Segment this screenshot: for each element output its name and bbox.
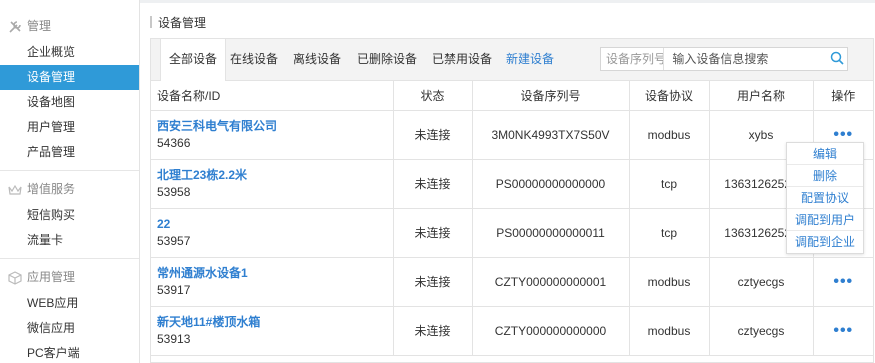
- more-actions-button[interactable]: •••: [833, 322, 853, 339]
- main-content: 设备管理 全部设备 在线设备 离线设备 已删除设备 已禁用设备 新建设备 设备序…: [140, 0, 875, 363]
- column-header-user: 用户名称: [709, 81, 814, 111]
- device-name-cell: 新天地11#楼顶水箱 53913: [151, 306, 394, 356]
- device-name-cell: 西安三科电气有限公司 54366: [151, 110, 394, 160]
- serial-cell: PS00000000000000: [472, 159, 630, 209]
- sidebar-item-web-app[interactable]: WEB应用: [0, 291, 139, 316]
- device-id: 53917: [157, 283, 191, 297]
- device-name-link[interactable]: 西安三科电气有限公司: [157, 118, 393, 135]
- tab-bar: 全部设备 在线设备 离线设备 已删除设备 已禁用设备 新建设备 设备序列号: [151, 39, 873, 82]
- device-id: 53958: [157, 185, 191, 199]
- tab-all-devices[interactable]: 全部设备: [160, 39, 227, 82]
- sidebar-item-pc-client[interactable]: PC客户端: [0, 341, 139, 363]
- device-id: 54366: [157, 136, 191, 150]
- crown-icon: [8, 183, 22, 197]
- device-name-link[interactable]: 新天地11#楼顶水箱: [157, 314, 393, 331]
- sidebar-divider: [0, 170, 139, 171]
- actions-cell: •••: [813, 306, 873, 356]
- menu-item-assign-enterprise[interactable]: 调配到企业: [787, 231, 863, 253]
- device-panel: 全部设备 在线设备 离线设备 已删除设备 已禁用设备 新建设备 设备序列号 输入…: [150, 38, 874, 363]
- protocol-cell: tcp: [629, 208, 710, 258]
- tab-disabled-devices[interactable]: 已禁用设备: [424, 39, 500, 81]
- menu-item-assign-user[interactable]: 调配到用户: [787, 209, 863, 231]
- sidebar-group-value-added: 增值服务: [0, 176, 139, 203]
- device-name-link[interactable]: 常州通源水设备1: [157, 265, 393, 282]
- tab-online-devices[interactable]: 在线设备: [222, 39, 286, 81]
- sidebar-group-manage: 管理: [0, 13, 139, 40]
- protocol-cell: modbus: [629, 306, 710, 356]
- menu-item-delete[interactable]: 删除: [787, 165, 863, 187]
- table-row: 22 53957 未连接 PS00000000000011 tcp 136312…: [151, 208, 873, 258]
- search-button[interactable]: [827, 48, 847, 70]
- column-header-actions: 操作: [813, 81, 873, 111]
- sidebar-group-label: 增值服务: [27, 182, 76, 196]
- search-field-select[interactable]: 设备序列号: [601, 48, 665, 70]
- tab-offline-devices[interactable]: 离线设备: [285, 39, 349, 81]
- menu-item-edit[interactable]: 编辑: [787, 143, 863, 165]
- status-cell: 未连接: [393, 306, 473, 356]
- sidebar-item-sms-purchase[interactable]: 短信购买: [0, 203, 139, 228]
- menu-item-configure-protocol[interactable]: 配置协议: [787, 187, 863, 209]
- sidebar-item-user-management[interactable]: 用户管理: [0, 115, 139, 140]
- actions-cell: •••: [813, 257, 873, 307]
- status-cell: 未连接: [393, 208, 473, 258]
- tab-deleted-devices[interactable]: 已删除设备: [349, 39, 425, 81]
- table-row: 西安三科电气有限公司 54366 未连接 3M0NK4993TX7S50V mo…: [151, 110, 873, 160]
- status-cell: 未连接: [393, 257, 473, 307]
- search-icon: [830, 51, 844, 68]
- breadcrumb-marker: [150, 16, 152, 28]
- page-title: 设备管理: [158, 15, 207, 30]
- action-menu: 编辑 删除 配置协议 调配到用户 调配到企业: [786, 142, 864, 254]
- user-cell: cztyecgs: [709, 306, 814, 356]
- table-row: 常州通源水设备1 53917 未连接 CZTY000000000001 modb…: [151, 257, 873, 307]
- breadcrumb: 设备管理: [150, 14, 206, 30]
- new-device-link[interactable]: 新建设备: [498, 39, 562, 81]
- tools-icon: [8, 20, 22, 34]
- serial-cell: CZTY000000000000: [472, 306, 630, 356]
- search-input[interactable]: [664, 48, 828, 70]
- serial-cell: PS00000000000011: [472, 208, 630, 258]
- sidebar-group-label: 管理: [27, 19, 52, 33]
- sidebar-divider: [0, 258, 139, 259]
- status-cell: 未连接: [393, 159, 473, 209]
- column-header-status: 状态: [393, 81, 473, 111]
- protocol-cell: tcp: [629, 159, 710, 209]
- sidebar-item-device-management[interactable]: 设备管理: [0, 65, 139, 90]
- top-divider: [140, 0, 875, 3]
- table-row: 北理工23栋2.2米 53958 未连接 PS00000000000000 tc…: [151, 159, 873, 209]
- protocol-cell: modbus: [629, 257, 710, 307]
- serial-cell: CZTY000000000001: [472, 257, 630, 307]
- column-header-protocol: 设备协议: [629, 81, 710, 111]
- sidebar-group-apps: 应用管理: [0, 264, 139, 291]
- user-cell: cztyecgs: [709, 257, 814, 307]
- more-actions-button[interactable]: •••: [833, 126, 853, 143]
- sidebar: 管理 企业概览 设备管理 设备地图 用户管理 产品管理 增值服务 短信购买 流量…: [0, 0, 140, 363]
- sidebar-item-enterprise-overview[interactable]: 企业概览: [0, 40, 139, 65]
- column-header-name: 设备名称/ID: [151, 81, 394, 111]
- device-id: 53957: [157, 234, 191, 248]
- sidebar-item-device-map[interactable]: 设备地图: [0, 90, 139, 115]
- sidebar-item-product-management[interactable]: 产品管理: [0, 140, 139, 165]
- device-name-cell: 常州通源水设备1 53917: [151, 257, 394, 307]
- protocol-cell: modbus: [629, 110, 710, 160]
- table-row: 新天地11#楼顶水箱 53913 未连接 CZTY000000000000 mo…: [151, 306, 873, 356]
- status-cell: 未连接: [393, 110, 473, 160]
- table-header-row: 设备名称/ID 状态 设备序列号 设备协议 用户名称 操作: [151, 81, 873, 111]
- device-table: 设备名称/ID 状态 设备序列号 设备协议 用户名称 操作 西安三科电气有限公司…: [151, 81, 873, 356]
- sidebar-item-data-card[interactable]: 流量卡: [0, 228, 139, 253]
- cube-icon: [8, 270, 22, 285]
- device-name-cell: 22 53957: [151, 208, 394, 258]
- sidebar-group-label: 应用管理: [27, 270, 76, 284]
- serial-cell: 3M0NK4993TX7S50V: [472, 110, 630, 160]
- device-name-link[interactable]: 22: [157, 216, 393, 233]
- sidebar-item-wechat-app[interactable]: 微信应用: [0, 316, 139, 341]
- search-box: 设备序列号: [600, 47, 848, 71]
- device-name-link[interactable]: 北理工23栋2.2米: [157, 167, 393, 184]
- device-name-cell: 北理工23栋2.2米 53958: [151, 159, 394, 209]
- device-id: 53913: [157, 332, 191, 346]
- column-header-serial: 设备序列号: [472, 81, 630, 111]
- more-actions-button[interactable]: •••: [833, 273, 853, 290]
